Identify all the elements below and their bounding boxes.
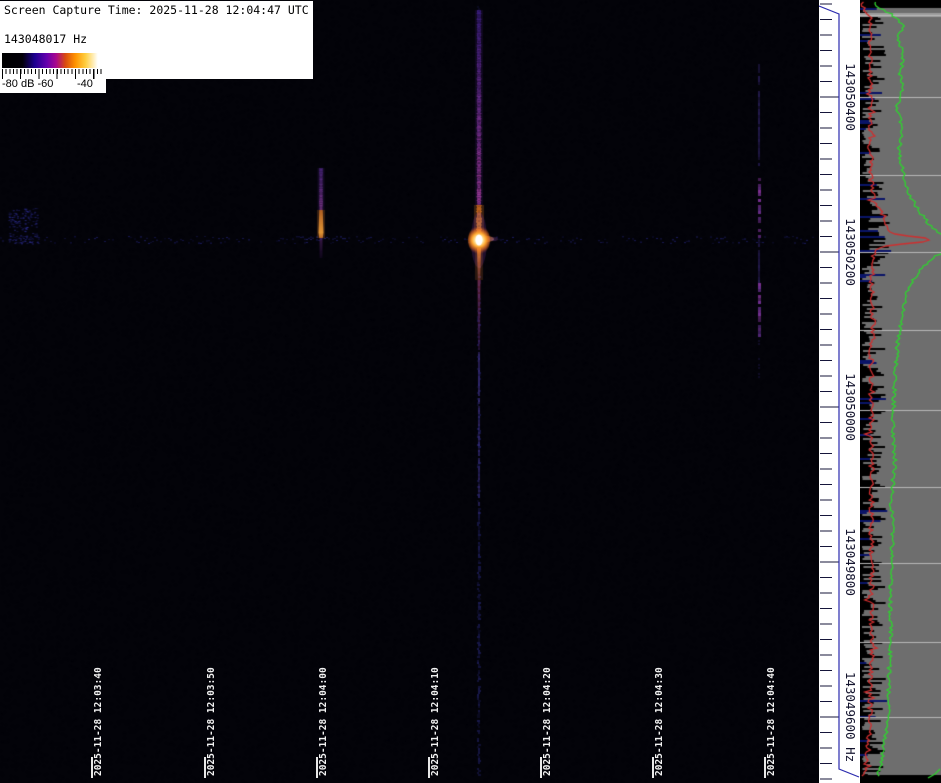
time-label-2: 2025-11-28 12:04:00 [318, 654, 330, 776]
spectrum-analyzer-panel [860, 0, 941, 783]
scale-label-right: -40 [77, 78, 93, 90]
freq-label-1: 143050200 [844, 197, 857, 307]
db-color-scale: -80 dB -60 -40 [0, 50, 106, 93]
color-gradient-bar [2, 53, 104, 68]
spectrogram-waterfall [0, 0, 820, 783]
spectrum-lab-capture: Screen Capture Time: 2025-11-28 12:04:47… [0, 0, 941, 783]
freq-label-4: 143049600 Hz [844, 662, 857, 772]
scale-label-left: -80 dB -60 [2, 78, 53, 90]
time-label-5: 2025-11-28 12:04:30 [654, 654, 666, 776]
freq-label-0: 143050400 [844, 42, 857, 152]
time-label-0: 2025-11-28 12:03:40 [93, 654, 105, 776]
freq-label-2: 143050000 [844, 352, 857, 462]
capture-time-text: Screen Capture Time: 2025-11-28 12:04:47… [4, 3, 309, 17]
time-label-1: 2025-11-28 12:03:50 [206, 654, 218, 776]
time-label-3: 2025-11-28 12:04:10 [430, 654, 442, 776]
time-label-4: 2025-11-28 12:04:20 [542, 654, 554, 776]
center-frequency-text: 143048017 Hz [4, 32, 87, 46]
scale-labels: -80 dB -60 -40 [2, 78, 104, 92]
time-label-6: 2025-11-28 12:04:40 [766, 654, 778, 776]
frequency-axis: 143050400 143050200 143050000 143049800 … [819, 0, 860, 783]
freq-label-3: 143049800 [844, 507, 857, 617]
